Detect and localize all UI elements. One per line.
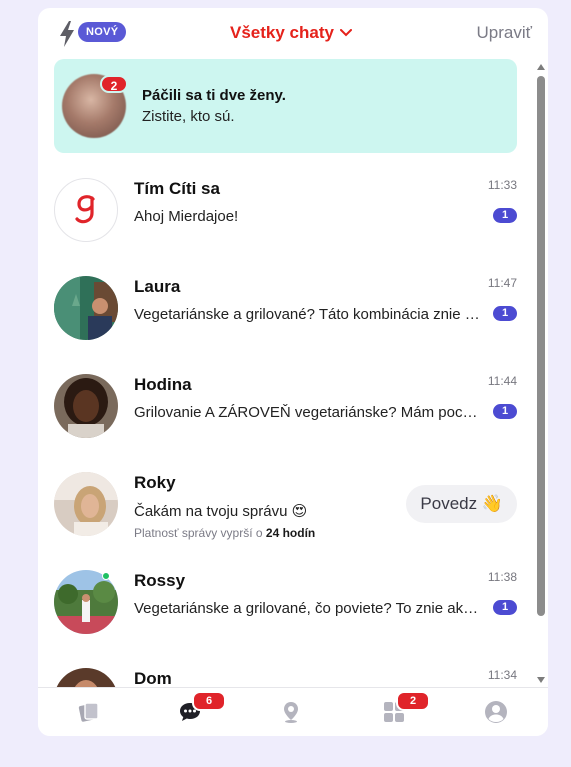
avatar: [54, 472, 118, 536]
chat-filter-dropdown[interactable]: Všetky chaty: [230, 22, 352, 44]
chat-list: 2 Páčili sa ti dve ženy. Zistite, kto sú…: [38, 58, 534, 687]
bottom-navigation: 6 2: [38, 687, 548, 736]
likes-count-badge: 2: [100, 75, 128, 93]
chat-filter-label: Všetky chaty: [230, 23, 334, 42]
nav-cards[interactable]: [77, 700, 103, 724]
edit-button[interactable]: Upraviť: [477, 22, 533, 44]
scroll-down-arrow-icon[interactable]: [537, 677, 545, 683]
online-indicator: [102, 572, 110, 580]
profile-icon: [485, 701, 507, 723]
nav-apps[interactable]: 2: [382, 691, 430, 724]
message-time: 11:33: [487, 178, 517, 192]
profile-photo: [54, 668, 118, 687]
last-message: Ahoj Mierdajoe!: [134, 208, 239, 225]
message-time: 11:44: [487, 374, 517, 388]
expiry-prefix: Platnosť správy vyprší o: [134, 526, 266, 540]
promo-subtitle: Zistite, kto sú.: [142, 108, 235, 125]
profile-photo: [54, 374, 118, 438]
location-pin-icon: [284, 702, 298, 723]
nav-map[interactable]: [279, 700, 305, 724]
unread-badge: 1: [493, 306, 517, 321]
new-badge[interactable]: NOVÝ: [78, 22, 127, 42]
nav-profile[interactable]: [484, 700, 510, 724]
avatar: [54, 570, 118, 634]
unread-badge: 1: [493, 600, 517, 615]
chat-item[interactable]: Hodina Grilovanie A ZÁROVEŇ vegetariánsk…: [38, 359, 534, 457]
contact-name: Dom: [134, 669, 172, 687]
avatar: [54, 668, 118, 687]
contact-name: Hodina: [134, 375, 192, 394]
message-expiry-note: Platnosť správy vyprší o 24 hodín: [134, 526, 315, 540]
contact-name: Tím Cíti sa: [134, 179, 220, 198]
chat-list-panel: NOVÝ Všetky chaty Upraviť 2 Páčili sa ti…: [38, 8, 548, 736]
message-time: 11:38: [487, 570, 517, 584]
chats-count-badge: 6: [192, 691, 226, 711]
contact-name: Roky: [134, 473, 176, 492]
last-message: Grilovanie A ZÁROVEŇ vegetariánske? Mám …: [134, 404, 480, 421]
avatar: [54, 178, 118, 242]
chat-item[interactable]: Tím Cíti sa Ahoj Mierdajoe! 11:33 1: [38, 163, 534, 261]
last-message: Vegetariánske a grilované, čo poviete? T…: [134, 600, 480, 617]
chat-item[interactable]: Roky Čakám na tvoju správu 😍 Platnosť sp…: [38, 457, 534, 555]
scrollbar[interactable]: [534, 60, 548, 687]
contact-name: Laura: [134, 277, 181, 296]
likes-promo-banner[interactable]: 2 Páčili sa ti dve ženy. Zistite, kto sú…: [54, 59, 517, 153]
avatar: [54, 374, 118, 438]
message-time: 11:47: [487, 276, 517, 290]
unread-badge: 1: [493, 208, 517, 223]
chat-item[interactable]: Laura Vegetariánske a grilované? Táto ko…: [38, 261, 534, 359]
chevron-down-icon: [339, 29, 352, 37]
expiry-value: 24 hodín: [265, 526, 316, 540]
brand-logo-icon: [75, 195, 95, 224]
profile-photo: [54, 276, 118, 340]
promo-title: Páčili sa ti dve ženy.: [142, 87, 286, 104]
chat-item[interactable]: Rossy Vegetariánske a grilované, čo povi…: [38, 555, 534, 653]
unread-badge: 1: [493, 404, 517, 419]
avatar: [54, 276, 118, 340]
last-message: Vegetariánske a grilované? Táto kombinác…: [134, 306, 480, 323]
scroll-up-arrow-icon[interactable]: [537, 64, 545, 70]
profile-photo: [54, 472, 118, 536]
apps-count-badge: 2: [396, 691, 430, 711]
say-hi-button[interactable]: Povedz 👋: [406, 485, 517, 523]
lightning-icon[interactable]: [58, 21, 76, 47]
chat-list-header: NOVÝ Všetky chaty Upraviť: [38, 8, 548, 58]
nav-chats[interactable]: 6: [178, 691, 226, 724]
contact-name: Rossy: [134, 571, 186, 590]
chat-item[interactable]: Dom 11:34: [38, 653, 534, 687]
scrollbar-thumb[interactable]: [537, 76, 545, 616]
message-time: 11:34: [487, 668, 517, 682]
cards-icon: [78, 702, 99, 722]
profile-photo: [54, 570, 118, 634]
